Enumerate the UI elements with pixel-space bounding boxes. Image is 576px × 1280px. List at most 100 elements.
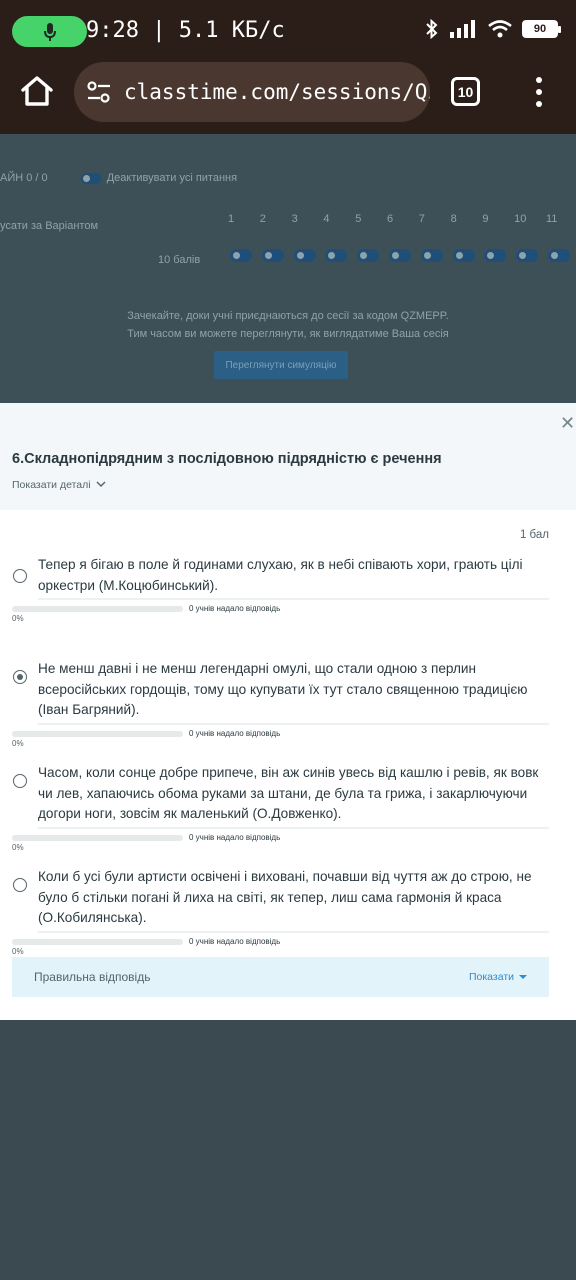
responses-count-label: 0 учнів надало відповідь	[189, 832, 281, 842]
toggle-icon	[325, 249, 348, 262]
toggle-icon	[452, 249, 475, 262]
home-icon[interactable]	[20, 74, 54, 108]
bg-question-toggle	[325, 249, 357, 262]
bg-question-toggle	[452, 249, 485, 262]
toggle-icon	[420, 249, 443, 262]
response-percent: 0%	[12, 946, 24, 956]
correct-answer-label: Правильна відповідь	[34, 970, 151, 984]
responses-count-label: 0 учнів надало відповідь	[189, 936, 281, 946]
toggle-icon	[261, 249, 284, 262]
url-text: classtime.com/sessions/QZMEPP	[124, 80, 430, 104]
bg-question-number: 7	[418, 213, 425, 225]
answer-radio[interactable]	[13, 878, 27, 892]
responses-count-label: 0 учнів надало відповідь	[189, 604, 281, 613]
toggle-icon	[388, 249, 411, 262]
bg-question-toggle	[388, 249, 421, 262]
answer-radio[interactable]	[13, 569, 27, 583]
answer-divider	[38, 826, 549, 829]
bg-question-toggle	[357, 249, 389, 262]
answer-text: Не менш давні і не менш легендарні омулі…	[38, 661, 528, 717]
tab-switcher-button[interactable]: 10	[451, 77, 480, 106]
bg-question-toggle	[547, 249, 576, 262]
bg-question-number: 3	[291, 213, 298, 225]
bg-question-number: 2	[259, 213, 266, 225]
answer-text: Коли б усі були артисти освічені і вихов…	[38, 869, 532, 925]
bluetooth-icon	[426, 19, 438, 39]
signal-icon	[450, 20, 475, 38]
mic-indicator[interactable]	[12, 16, 87, 47]
show-details-toggle[interactable]: Показати деталі	[12, 479, 107, 491]
bg-counter-row: АЙН 0 / 0 Деактивувати усі питання	[0, 172, 237, 184]
status-time-and-speed: 9:28 | 5.1 КБ/с	[86, 18, 285, 43]
more-menu-icon[interactable]	[530, 77, 548, 107]
answer-radio[interactable]	[13, 670, 27, 684]
caret-down-icon	[519, 975, 527, 979]
microphone-icon	[43, 22, 56, 41]
bg-question-toggle	[230, 249, 262, 262]
show-label: Показати	[468, 971, 514, 983]
correct-answer-panel: Правильна відповідь Показати	[12, 957, 549, 997]
bg-question-number: 1	[228, 213, 235, 225]
toggle-icon	[293, 249, 316, 262]
bg-waiting-line-1: Зачекайте, доки учні приєднаються до сес…	[127, 310, 449, 322]
bg-question-toggles	[230, 249, 576, 262]
address-bar[interactable]: classtime.com/sessions/QZMEPP	[74, 62, 430, 122]
clock: 9:28	[86, 18, 139, 43]
chevron-down-icon	[96, 481, 107, 488]
status-icons: 90	[424, 19, 561, 39]
bg-question-number: 4	[323, 213, 330, 225]
bg-question-toggle	[516, 249, 548, 262]
response-progress-bar	[12, 730, 183, 737]
bg-sort-select: усати за Варіантом	[0, 220, 99, 232]
bg-question-number: 10	[514, 213, 527, 225]
bg-counter: АЙН 0 / 0	[0, 172, 48, 184]
answer-text: Тепер я бігаю в поле й годинами слухаю, …	[38, 557, 523, 593]
bg-toggle-icon	[80, 172, 101, 184]
answer-radio[interactable]	[13, 774, 27, 788]
bg-question-number: 11	[545, 213, 558, 225]
site-settings-icon[interactable]	[86, 79, 112, 105]
response-progress-bar	[12, 606, 183, 612]
bg-question-number: 6	[386, 213, 394, 225]
toggle-icon	[516, 249, 539, 262]
response-percent: 0%	[12, 842, 24, 852]
answer-divider	[38, 722, 549, 725]
response-progress-bar	[12, 834, 183, 841]
battery-indicator: 90	[522, 20, 561, 38]
toggle-icon	[357, 249, 380, 262]
toggle-icon	[547, 249, 570, 262]
toggle-icon	[484, 249, 507, 262]
wifi-icon	[488, 20, 512, 38]
show-correct-answer-button[interactable]: Показати	[469, 971, 527, 983]
bg-question-toggle	[420, 249, 453, 262]
bg-question-numbers: 1 2 3 4 5 6 7 8 9 10 11	[228, 213, 576, 225]
close-icon[interactable]: ✕	[560, 414, 576, 432]
bg-points-select: 10 балів	[158, 254, 201, 266]
bg-waiting-message: Зачекайте, доки учні приєднаються до сес…	[0, 307, 576, 343]
divider: |	[152, 18, 179, 43]
network-speed: 5.1 КБ/с	[178, 18, 285, 43]
bg-waiting-line-2: Тим часом ви можете переглянути, як вигл…	[127, 328, 449, 340]
response-progress-bar	[12, 938, 183, 945]
response-percent: 0%	[12, 738, 24, 748]
answer-divider	[38, 598, 549, 600]
bg-question-number: 8	[450, 213, 457, 225]
bg-question-toggle	[261, 249, 294, 262]
dimmed-overlay	[0, 1020, 576, 1280]
answer-text: Часом, коли сонце добре припече, він аж …	[38, 765, 539, 821]
show-details-label: Показати деталі	[12, 479, 91, 491]
bg-question-toggle	[293, 249, 326, 262]
bg-question-number: 5	[355, 213, 362, 225]
question-modal: ✕ 6.Складнопідрядним з послідовною підря…	[0, 403, 576, 1020]
modal-header: ✕ 6.Складнопідрядним з послідовною підря…	[0, 403, 576, 510]
answer-divider	[38, 930, 549, 933]
response-percent: 0%	[12, 614, 24, 623]
responses-count-label: 0 учнів надало відповідь	[189, 728, 281, 738]
question-points: 1 бал	[519, 529, 549, 541]
bg-preview-button: Переглянути симуляцію	[214, 351, 348, 379]
bg-question-number: 9	[482, 213, 489, 225]
bg-deactivate-all: Деактивувати усі питання	[106, 172, 238, 184]
background-page: АЙН 0 / 0 Деактивувати усі питання усати…	[0, 134, 576, 403]
question-title: 6.Складнопідрядним з послідовною підрядн…	[12, 451, 442, 467]
toggle-icon	[230, 249, 252, 262]
